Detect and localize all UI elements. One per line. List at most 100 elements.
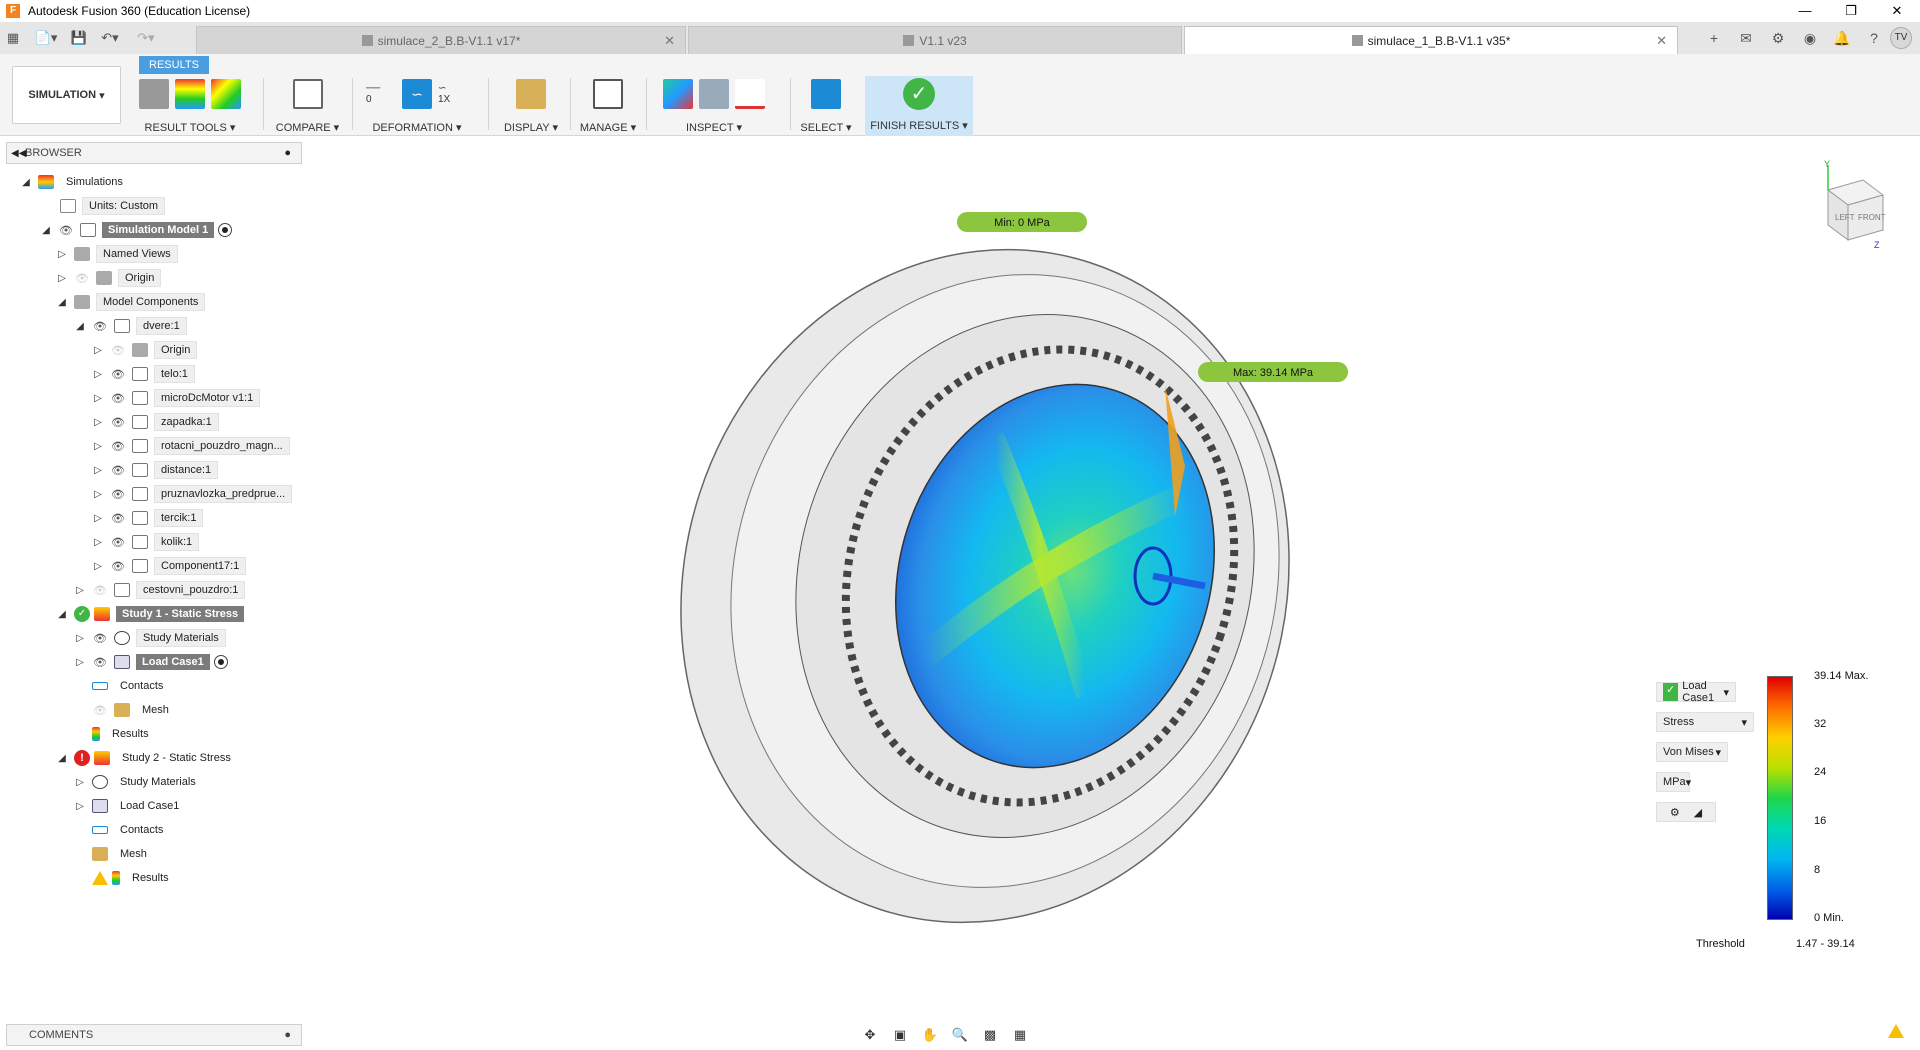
deformation-group[interactable]: ── 0 ∽ ∽ 1X DEFORMATION ▾ <box>358 74 476 134</box>
compare-split-icon[interactable] <box>292 79 323 109</box>
tree-row[interactable]: ▷ 👁 zapadka:1 <box>92 412 219 432</box>
collapse-toggle-icon[interactable]: ◢ <box>20 177 32 188</box>
tree-row[interactable]: ◢ ! Study 2 - Static Stress <box>56 748 237 768</box>
expand-toggle-icon[interactable]: ▷ <box>74 777 86 788</box>
tree-row[interactable]: Contacts <box>92 820 169 840</box>
new-tab-icon[interactable]: + <box>1698 30 1730 46</box>
orbit-icon[interactable]: ✥ <box>858 1027 882 1043</box>
collapse-toggle-icon[interactable]: ◢ <box>40 225 52 236</box>
expand-toggle-icon[interactable]: ▷ <box>92 465 104 476</box>
tree-row[interactable]: ▷ 👁 telo:1 <box>92 364 195 384</box>
data-panel-grid-icon[interactable]: ▦ <box>0 22 26 54</box>
save-icon[interactable]: 💾 <box>66 22 92 54</box>
collapse-toggle-icon[interactable]: ◢ <box>56 753 68 764</box>
surface-plot-icon[interactable] <box>175 79 205 109</box>
visibility-eye-icon[interactable]: 👁 <box>110 488 126 501</box>
workspace-switcher[interactable]: SIMULATION ▾ <box>12 66 121 124</box>
tree-row[interactable]: ▷ 👁 rotacni_pouzdro_magn... <box>92 436 290 456</box>
visibility-eye-icon[interactable]: 👁 <box>110 560 126 573</box>
expand-toggle-icon[interactable]: ▷ <box>92 561 104 572</box>
collapse-toggle-icon[interactable]: ◢ <box>56 609 68 620</box>
pan-hand-icon[interactable]: ✋ <box>918 1027 942 1043</box>
tree-row[interactable]: ◢ 👁 dvere:1 <box>74 316 187 336</box>
tree-row[interactable]: ▷ 👁 Component17:1 <box>92 556 247 576</box>
visibility-eye-icon[interactable]: 👁 <box>110 392 126 405</box>
undo-icon[interactable]: ↶▾ <box>92 22 128 54</box>
expand-toggle-icon[interactable]: ▷ <box>74 585 86 596</box>
document-tab-1[interactable]: simulace_2_B.B-V1.1 v17* ✕ <box>196 26 686 54</box>
tree-row[interactable]: Results <box>92 868 175 888</box>
tree-row[interactable]: ◢ Model Components <box>56 292 206 312</box>
legend-ramp-icon[interactable]: ◢ <box>1694 806 1702 819</box>
tree-row[interactable]: Contacts <box>92 676 169 696</box>
visibility-eye-icon[interactable]: 👁 <box>58 224 74 237</box>
online-status-icon[interactable]: ◉ <box>1794 30 1826 47</box>
tree-row[interactable]: 👁 Mesh <box>92 700 175 720</box>
close-tab-icon[interactable]: ✕ <box>664 33 675 49</box>
finish-results-button[interactable]: ✓ FINISH RESULTS ▾ <box>865 76 973 136</box>
expand-toggle-icon[interactable]: ▷ <box>92 393 104 404</box>
tree-row[interactable]: ◢ Simulations <box>20 172 129 192</box>
display-shading-icon[interactable] <box>516 79 546 109</box>
tab-results[interactable]: RESULTS <box>139 56 209 74</box>
tree-row[interactable]: ▷ 👁 kolik:1 <box>92 532 200 552</box>
expand-toggle-icon[interactable]: ▷ <box>74 801 86 812</box>
deformed-active-icon[interactable]: ∽ <box>402 79 432 109</box>
add-comment-icon[interactable]: ● <box>284 1029 291 1041</box>
undeformed-icon[interactable]: ── 0 <box>366 83 396 105</box>
look-at-icon[interactable]: ▣ <box>888 1027 912 1043</box>
expand-toggle-icon[interactable]: ▷ <box>92 345 104 356</box>
view-cube[interactable]: LEFT FRONT Y Z <box>1808 159 1898 253</box>
tree-row[interactable]: ▷ 👁 pruznavlozka_predprue... <box>92 484 293 504</box>
xyz-measure-icon[interactable] <box>699 79 729 109</box>
visibility-eye-icon[interactable]: 👁 <box>110 440 126 453</box>
tree-row[interactable]: ▷ 👁 Study Materials <box>74 628 226 648</box>
tree-row[interactable]: ◢ 👁 Simulation Model 1 <box>40 220 233 240</box>
visibility-eye-icon[interactable]: 👁 <box>110 416 126 429</box>
tree-row[interactable]: ▷ 👁 Origin <box>56 268 162 288</box>
expand-toggle-icon[interactable]: ▷ <box>92 369 104 380</box>
result-tools-group[interactable]: RESULT TOOLS ▾ <box>134 74 246 134</box>
result-type-dropdown[interactable]: Stress ▾ <box>1656 712 1754 732</box>
tree-row[interactable]: ▷ 👁 cestovni_pouzdro:1 <box>74 580 246 600</box>
collapse-toggle-icon[interactable]: ◢ <box>56 297 68 308</box>
grid-settings-icon[interactable]: ▦ <box>1008 1027 1032 1043</box>
manage-settings-icon[interactable] <box>593 79 623 109</box>
tree-row[interactable]: ▷ 👁 Load Case1 <box>74 652 228 672</box>
minimize-button[interactable]: — <box>1782 0 1828 22</box>
extensions-icon[interactable]: ⚙ <box>1762 30 1794 47</box>
collapse-panel-icon[interactable]: ◀◀ <box>11 148 26 159</box>
select-group[interactable]: SELECT ▾ <box>796 74 856 134</box>
restore-button[interactable]: ❐ <box>1828 0 1874 22</box>
collapse-toggle-icon[interactable]: ◢ <box>74 321 86 332</box>
expand-toggle-icon[interactable]: ▷ <box>56 249 68 260</box>
visibility-eye-off-icon[interactable]: 👁 <box>110 344 126 357</box>
tree-row[interactable]: Units: Custom <box>60 196 166 216</box>
section-analysis-icon[interactable] <box>735 79 765 109</box>
comments-panel[interactable]: COMMENTS ● <box>6 1024 302 1046</box>
select-cursor-icon[interactable] <box>811 79 841 109</box>
legend-settings[interactable]: ⚙ ◢ <box>1656 802 1716 822</box>
inspect-probe-icon[interactable] <box>663 79 693 109</box>
tree-row[interactable]: ▷ 👁 microDcMotor v1:1 <box>92 388 261 408</box>
visibility-eye-icon[interactable]: 👁 <box>110 368 126 381</box>
visibility-eye-icon[interactable]: 👁 <box>110 512 126 525</box>
notifications-bell-icon[interactable]: 🔔 <box>1826 30 1858 47</box>
file-menu-icon[interactable]: 📄▾ <box>26 22 66 54</box>
document-tab-2[interactable]: V1.1 v23 <box>688 26 1182 54</box>
expand-toggle-icon[interactable]: ▷ <box>74 633 86 644</box>
visibility-eye-off-icon[interactable]: 👁 <box>74 272 90 285</box>
user-avatar[interactable]: TV <box>1890 27 1912 49</box>
visibility-eye-icon[interactable]: 👁 <box>92 632 108 645</box>
visibility-eye-icon[interactable]: 👁 <box>92 656 108 669</box>
job-status-icon[interactable]: ✉ <box>1730 30 1762 47</box>
expand-toggle-icon[interactable]: ▷ <box>92 513 104 524</box>
unit-dropdown[interactable]: MPa ▾ <box>1656 772 1691 792</box>
compare-group[interactable]: COMPARE ▾ <box>270 74 345 134</box>
warning-status-icon[interactable] <box>1888 1024 1904 1038</box>
visibility-eye-off-icon[interactable]: 👁 <box>92 584 108 597</box>
browser-pin-icon[interactable]: ● <box>284 147 291 159</box>
expand-toggle-icon[interactable]: ▷ <box>92 417 104 428</box>
criterion-dropdown[interactable]: Von Mises ▾ <box>1656 742 1728 762</box>
display-settings-icon[interactable]: ▩ <box>978 1027 1002 1043</box>
